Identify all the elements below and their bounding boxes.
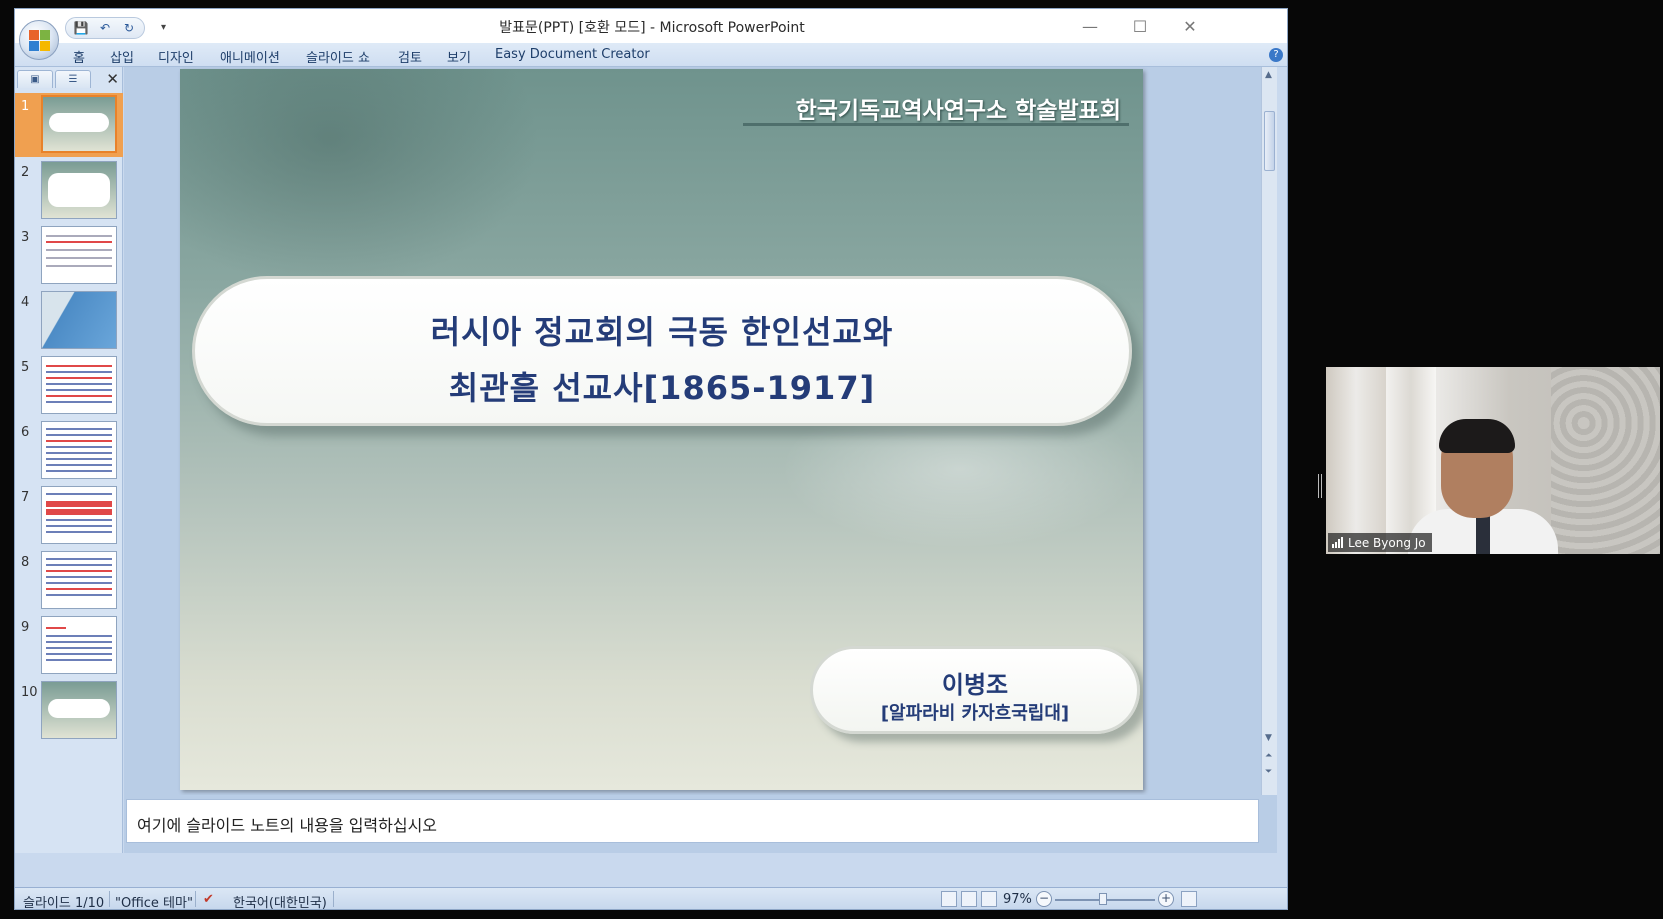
header-underline xyxy=(743,123,1129,126)
slide-title-line-2: 최관흘 선교사[1865-1917] xyxy=(448,369,876,407)
slides-tab-icon[interactable]: ▣ xyxy=(17,70,53,88)
slide-thumbnail-5[interactable]: 5 xyxy=(15,354,123,418)
outline-tab-icon[interactable]: ☰ xyxy=(55,70,91,88)
maximize-button[interactable]: ☐ xyxy=(1125,15,1155,37)
notes-placeholder: 여기에 슬라이드 노트의 내용을 입력하십시오 xyxy=(137,816,438,835)
slide-thumbnail-9[interactable]: 9 xyxy=(15,614,123,678)
slideshow-view-icon[interactable] xyxy=(981,891,997,907)
tab-review[interactable]: 검토 xyxy=(398,47,422,66)
office-logo-icon xyxy=(29,30,51,52)
language[interactable]: 한국어(대한민국) xyxy=(233,892,327,909)
slide-thumbnail-3[interactable]: 3 xyxy=(15,224,123,288)
zoom-in-icon[interactable]: + xyxy=(1158,891,1174,907)
slide-thumbnail-panel: ▣ ☰ ✕ 1 2 3 4 5 6 7 8 9 10 xyxy=(15,67,123,853)
tab-design[interactable]: 디자인 xyxy=(158,47,194,66)
slide-header: 한국기독교역사연구소 학술발표회 xyxy=(795,98,1121,124)
scroll-thumb[interactable] xyxy=(1264,111,1275,171)
tab-insert[interactable]: 삽입 xyxy=(110,47,134,66)
author-box[interactable]: 이병조 [알파라비 카자흐국립대] xyxy=(810,646,1140,734)
tab-slideshow[interactable]: 슬라이드 쇼 xyxy=(306,47,370,66)
globe-decoration xyxy=(180,69,540,289)
theme-name[interactable]: "Office 테마" xyxy=(115,892,193,909)
author-affiliation: [알파라비 카자흐국립대] xyxy=(880,703,1070,724)
close-button[interactable]: ✕ xyxy=(1175,15,1205,37)
help-icon[interactable]: ? xyxy=(1269,48,1283,62)
normal-view-icon[interactable] xyxy=(941,891,957,907)
slide-thumbnail-4[interactable]: 4 xyxy=(15,289,123,353)
slide-thumbnail-2[interactable]: 2 xyxy=(15,159,123,223)
fit-to-window-icon[interactable] xyxy=(1181,891,1197,907)
close-panel-icon[interactable]: ✕ xyxy=(106,70,119,88)
tab-view[interactable]: 보기 xyxy=(447,47,471,66)
vertical-scrollbar[interactable]: ▲ ▼ ⏶ ⏷ xyxy=(1261,67,1277,795)
tab-easy-document-creator[interactable]: Easy Document Creator xyxy=(495,47,650,62)
signal-strength-icon xyxy=(1332,537,1343,548)
slide-thumbnail-10[interactable]: 10 xyxy=(15,679,123,743)
participant-video[interactable]: Lee Byong Jo xyxy=(1326,367,1660,554)
powerpoint-window: 💾 ↶ ↻ ▾ 발표문(PPT) [호환 모드] - Microsoft Pow… xyxy=(14,8,1288,910)
person-hair xyxy=(1439,419,1515,453)
spell-check-icon[interactable]: ✔ xyxy=(203,892,214,907)
notes-input[interactable]: 여기에 슬라이드 노트의 내용을 입력하십시오 xyxy=(126,799,1259,843)
scroll-down-icon[interactable]: ▼ xyxy=(1265,733,1272,743)
zoom-level[interactable]: 97% xyxy=(1003,892,1032,907)
slide-sorter-view-icon[interactable] xyxy=(961,891,977,907)
slide-thumbnail-6[interactable]: 6 xyxy=(15,419,123,483)
previous-slide-icon[interactable]: ⏶ xyxy=(1265,751,1272,761)
panel-header: ▣ ☰ ✕ xyxy=(15,67,123,91)
scroll-up-icon[interactable]: ▲ xyxy=(1265,70,1272,80)
tab-animation[interactable]: 애니메이션 xyxy=(220,47,280,66)
zoom-slider-knob[interactable] xyxy=(1099,893,1108,905)
split-handle[interactable] xyxy=(1318,474,1322,498)
minimize-button[interactable]: — xyxy=(1075,15,1105,37)
status-bar: 슬라이드 1/10 "Office 테마" ✔ 한국어(대한민국) 97% − … xyxy=(15,887,1287,910)
next-slide-icon[interactable]: ⏷ xyxy=(1265,767,1272,777)
author-name: 이병조 xyxy=(941,671,1009,699)
slide-title-line-1: 러시아 정교회의 극동 한인선교와 xyxy=(430,313,894,351)
slide-editing-area[interactable]: 한국기독교역사연구소 학술발표회 러시아 정교회의 극동 한인선교와 최관흘 선… xyxy=(124,67,1277,795)
ribbon-tabs: 홈 삽입 디자인 애니메이션 슬라이드 쇼 검토 보기 Easy Documen… xyxy=(15,43,1287,67)
tab-home[interactable]: 홈 xyxy=(73,47,85,66)
slide-thumbnail-7[interactable]: 7 xyxy=(15,484,123,548)
slide-thumbnail-1[interactable]: 1 xyxy=(15,93,123,157)
screen: 💾 ↶ ↻ ▾ 발표문(PPT) [호환 모드] - Microsoft Pow… xyxy=(0,0,1663,919)
title-bar: 💾 ↶ ↻ ▾ 발표문(PPT) [호환 모드] - Microsoft Pow… xyxy=(15,9,1287,43)
slide-thumbnail-8[interactable]: 8 xyxy=(15,549,123,613)
participant-name-tag: Lee Byong Jo xyxy=(1328,533,1432,552)
title-box[interactable]: 러시아 정교회의 극동 한인선교와 최관흘 선교사[1865-1917] xyxy=(192,276,1132,426)
notes-pane: 여기에 슬라이드 노트의 내용을 입력하십시오 xyxy=(124,795,1277,853)
office-button[interactable] xyxy=(19,20,59,60)
participant-name: Lee Byong Jo xyxy=(1348,535,1426,550)
slide-count: 슬라이드 1/10 xyxy=(23,896,105,910)
current-slide[interactable]: 한국기독교역사연구소 학술발표회 러시아 정교회의 극동 한인선교와 최관흘 선… xyxy=(180,69,1143,790)
person-tie xyxy=(1476,513,1490,554)
zoom-out-icon[interactable]: − xyxy=(1036,891,1052,907)
